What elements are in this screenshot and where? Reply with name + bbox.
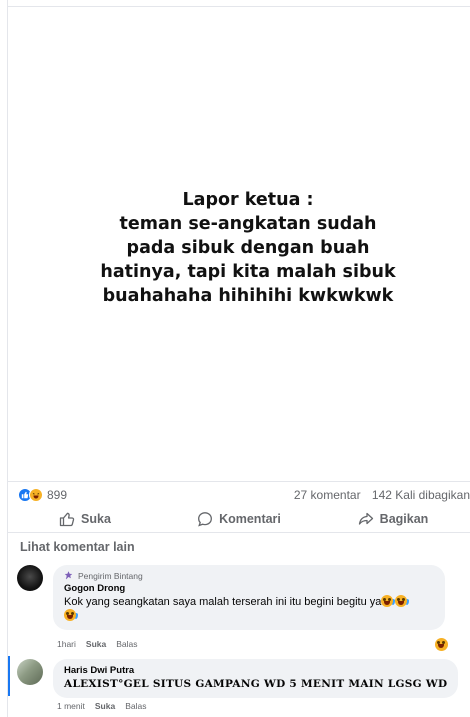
haha-reaction-icon xyxy=(435,638,448,651)
comment-time[interactable]: 1hari xyxy=(57,639,76,649)
comment-author[interactable]: Haris Dwi Putra xyxy=(64,665,447,676)
haha-reaction-icon xyxy=(29,488,43,502)
crying-face-icon xyxy=(64,609,76,621)
comment-meta: 1 menit Suka Balas xyxy=(57,701,146,711)
thumbs-up-icon xyxy=(59,512,75,526)
comment-bubble: Haris Dwi Putra ALEXIST°GEL SITUS GAMPAN… xyxy=(53,659,459,698)
like-button[interactable]: Suka xyxy=(8,505,162,532)
share-icon xyxy=(358,512,373,525)
comment-text: ALEXIST°GEL SITUS GAMPANG WD 5 MENIT MAI… xyxy=(64,678,448,690)
comment-text: Kok yang seangkatan saya malah terserah … xyxy=(64,595,434,623)
post-quote-text: Lapor ketua : teman se-angkatan sudah pa… xyxy=(100,190,396,306)
comment-time[interactable]: 1 menit xyxy=(57,701,85,711)
comment-reply-button[interactable]: Balas xyxy=(125,701,146,711)
crying-face-icon xyxy=(395,595,408,607)
comment-button[interactable]: Komentari xyxy=(162,505,316,532)
thread-indicator xyxy=(8,656,10,696)
share-button[interactable]: Bagikan xyxy=(316,505,470,532)
comment-author[interactable]: Gogon Drong xyxy=(64,583,434,594)
commenter-avatar[interactable] xyxy=(17,659,43,685)
comment-like-button[interactable]: Suka xyxy=(86,639,106,649)
comment-label: Komentari xyxy=(219,511,281,526)
comment-item: Haris Dwi Putra ALEXIST°GEL SITUS GAMPAN… xyxy=(17,659,459,698)
comment-item: Pengirim Bintang Gogon Drong Kok yang se… xyxy=(17,565,445,630)
comment-icon xyxy=(198,511,213,526)
like-label: Suka xyxy=(81,511,111,526)
comment-like-button[interactable]: Suka xyxy=(95,701,115,711)
post-actions: Suka Komentari Bagikan xyxy=(8,505,470,533)
reaction-count: 899 xyxy=(47,488,68,502)
star-sender-badge: Pengirim Bintang xyxy=(64,571,434,581)
comment-bubble: Pengirim Bintang Gogon Drong Kok yang se… xyxy=(53,565,445,630)
star-badge-icon xyxy=(64,571,73,580)
comment-count[interactable]: 27 komentar xyxy=(294,488,361,502)
stats-right: 27 komentar 142 Kali dibagikan xyxy=(294,488,470,502)
post-image[interactable]: Lapor ketua : teman se-angkatan sudah pa… xyxy=(8,7,470,480)
view-more-comments-link[interactable]: Lihat komentar lain xyxy=(20,540,135,554)
reactions-summary[interactable]: 899 xyxy=(18,488,67,502)
post-card: Lapor ketua : teman se-angkatan sudah pa… xyxy=(0,0,470,717)
crying-face-icon xyxy=(381,595,394,607)
badge-label: Pengirim Bintang xyxy=(78,571,143,581)
comment-body: Kok yang seangkatan saya malah terserah … xyxy=(64,596,382,608)
comment-reply-button[interactable]: Balas xyxy=(116,639,137,649)
share-count[interactable]: 142 Kali dibagikan xyxy=(372,488,470,502)
comment-reaction[interactable] xyxy=(435,636,448,654)
share-label: Bagikan xyxy=(379,511,429,526)
commenter-avatar[interactable] xyxy=(17,565,43,591)
comment-meta: 1hari Suka Balas xyxy=(57,639,138,649)
